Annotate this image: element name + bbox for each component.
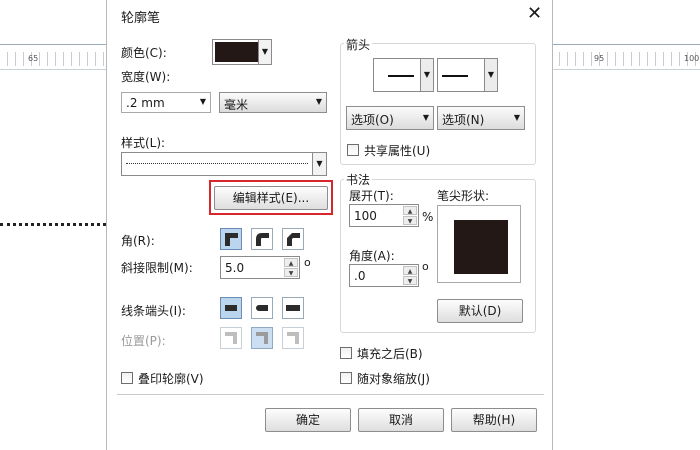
chevron-down-icon: ▼ xyxy=(484,59,497,91)
arrows-group-title: 箭头 xyxy=(344,36,373,53)
default-button[interactable]: 默认(D) xyxy=(437,299,523,323)
color-picker[interactable]: ▼ xyxy=(212,39,272,65)
behind-fill-label: 填充之后(B) xyxy=(357,347,423,361)
chevron-down-icon: ▼ xyxy=(312,153,326,175)
center-position-icon xyxy=(256,332,268,344)
share-attributes-checkbox[interactable] xyxy=(347,144,359,156)
stretch-value: 100 xyxy=(354,209,377,223)
round-corner-button[interactable] xyxy=(251,228,273,250)
line-caps-label: 线条端头(I): xyxy=(121,304,186,318)
spinner-arrows[interactable]: ▲ ▼ xyxy=(403,206,417,225)
outside-position-button[interactable] xyxy=(220,327,242,349)
scale-with-object-label: 随对象缩放(J) xyxy=(357,372,430,386)
color-label: 颜色(C): xyxy=(121,46,167,60)
close-icon[interactable]: ✕ xyxy=(527,3,542,24)
degree-symbol: o xyxy=(304,256,311,269)
stretch-label: 展开(T): xyxy=(349,189,394,203)
unit-value: 毫米 xyxy=(224,98,249,112)
miter-limit-value: 5.0 xyxy=(225,261,245,275)
dialog-title: 轮廓笔 xyxy=(121,11,161,26)
behind-fill-checkbox[interactable] xyxy=(340,347,352,359)
line-preview xyxy=(442,75,468,77)
round-cap-button[interactable] xyxy=(251,297,273,319)
angle-label: 角度(A): xyxy=(349,249,395,263)
end-arrow-options-button[interactable]: 选项(N) ▼ xyxy=(437,106,525,130)
angle-spinner[interactable]: .0 ▲ ▼ xyxy=(349,264,419,287)
calligraphy-group-title: 书法 xyxy=(344,171,373,188)
square-cap-button[interactable] xyxy=(282,297,304,319)
ruler-number: 65 xyxy=(28,54,39,63)
miter-corner-icon xyxy=(225,233,238,246)
round-corner-icon xyxy=(256,233,269,246)
stretch-spinner[interactable]: 100 ▲ ▼ xyxy=(349,204,419,227)
degree-symbol: o xyxy=(422,260,429,273)
width-select[interactable]: .2 mm ▼ xyxy=(121,92,211,113)
overprint-label: 叠印轮廓(V) xyxy=(138,372,204,386)
ok-button[interactable]: 确定 xyxy=(265,408,351,432)
scale-with-object-checkbox[interactable] xyxy=(340,372,352,384)
start-arrow-options-button[interactable]: 选项(O) ▼ xyxy=(346,106,434,130)
miter-limit-spinner[interactable]: 5.0 ▲ ▼ xyxy=(220,256,300,279)
edit-style-button[interactable]: 编辑样式(E)... xyxy=(214,186,328,210)
width-value: .2 mm xyxy=(126,96,165,110)
overprint-checkbox[interactable] xyxy=(121,372,133,384)
square-cap-icon xyxy=(286,305,300,311)
inside-position-icon xyxy=(287,332,299,344)
spinner-arrows[interactable]: ▲ ▼ xyxy=(403,266,417,285)
end-arrow-select[interactable]: ▼ xyxy=(437,58,498,92)
nib-shape-preview[interactable] xyxy=(437,205,521,283)
unit-select[interactable]: 毫米 ▼ xyxy=(219,92,327,113)
angle-value: .0 xyxy=(354,269,366,283)
footer-separator xyxy=(117,394,544,395)
options-label: 选项(O) xyxy=(351,113,394,127)
chevron-down-icon: ▼ xyxy=(315,97,322,106)
start-arrow-select[interactable]: ▼ xyxy=(373,58,434,92)
butt-cap-icon xyxy=(225,305,237,311)
line-style-select[interactable]: ▼ xyxy=(121,152,327,176)
nib-square xyxy=(454,220,508,274)
chevron-down-icon: ▼ xyxy=(258,40,271,64)
chevron-down-icon: ▼ xyxy=(199,97,206,106)
style-label: 样式(L): xyxy=(121,136,166,150)
center-position-button[interactable] xyxy=(251,327,273,349)
corners-label: 角(R): xyxy=(121,234,155,248)
width-label: 宽度(W): xyxy=(121,70,171,84)
outline-pen-dialog: 轮廓笔 ✕ 颜色(C): ▼ 宽度(W): .2 mm ▼ 毫米 ▼ 样式(L)… xyxy=(106,0,553,450)
cancel-button[interactable]: 取消 xyxy=(358,408,444,432)
help-button[interactable]: 帮助(H) xyxy=(451,408,537,432)
ruler-number: 100 xyxy=(684,54,700,63)
inside-position-button[interactable] xyxy=(282,327,304,349)
percent-symbol: % xyxy=(422,210,434,224)
ruler-number: 95 xyxy=(594,54,605,63)
color-swatch xyxy=(215,42,258,62)
line-preview xyxy=(388,75,414,77)
share-attributes-label: 共享属性(U) xyxy=(364,144,431,158)
spinner-arrows[interactable]: ▲ ▼ xyxy=(284,258,298,277)
dotted-outline-preview xyxy=(0,223,106,226)
bevel-corner-button[interactable] xyxy=(282,228,304,250)
outside-position-icon xyxy=(225,332,237,344)
miter-corner-button[interactable] xyxy=(220,228,242,250)
round-cap-icon xyxy=(256,305,268,311)
chevron-down-icon: ▼ xyxy=(513,113,520,122)
miter-limit-label: 斜接限制(M): xyxy=(121,261,193,275)
chevron-down-icon: ▼ xyxy=(420,59,433,91)
butt-cap-button[interactable] xyxy=(220,297,242,319)
dashed-line-preview xyxy=(126,163,308,164)
nib-shape-label: 笔尖形状: xyxy=(437,189,490,203)
options-label: 选项(N) xyxy=(442,113,485,127)
chevron-down-icon: ▼ xyxy=(422,113,429,122)
bevel-corner-icon xyxy=(287,233,300,246)
position-label: 位置(P): xyxy=(121,334,166,348)
